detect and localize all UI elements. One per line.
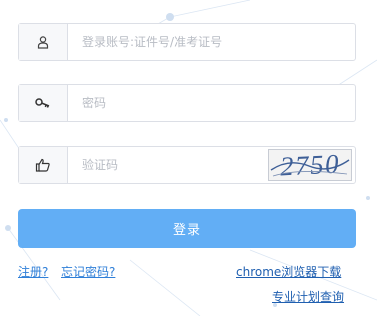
username-input[interactable] <box>68 24 355 60</box>
key-icon <box>19 85 68 121</box>
password-input[interactable] <box>68 85 355 121</box>
register-link[interactable]: 注册? <box>18 263 48 280</box>
forgot-password-link[interactable]: 忘记密码? <box>61 263 115 280</box>
major-plan-query-link[interactable]: 专业计划查询 <box>272 288 344 305</box>
user-icon <box>19 24 68 60</box>
login-button[interactable]: 登录 <box>18 209 356 248</box>
chrome-download-link[interactable]: chrome浏览器下载 <box>236 263 341 280</box>
captcha-input[interactable] <box>68 147 268 183</box>
captcha-code-text: 2750 <box>279 150 340 180</box>
username-field[interactable] <box>18 23 356 61</box>
hand-pointer-icon <box>19 147 68 183</box>
captcha-field[interactable]: 2750 <box>18 146 356 184</box>
password-field[interactable] <box>18 84 356 122</box>
captcha-image[interactable]: 2750 <box>268 149 352 181</box>
